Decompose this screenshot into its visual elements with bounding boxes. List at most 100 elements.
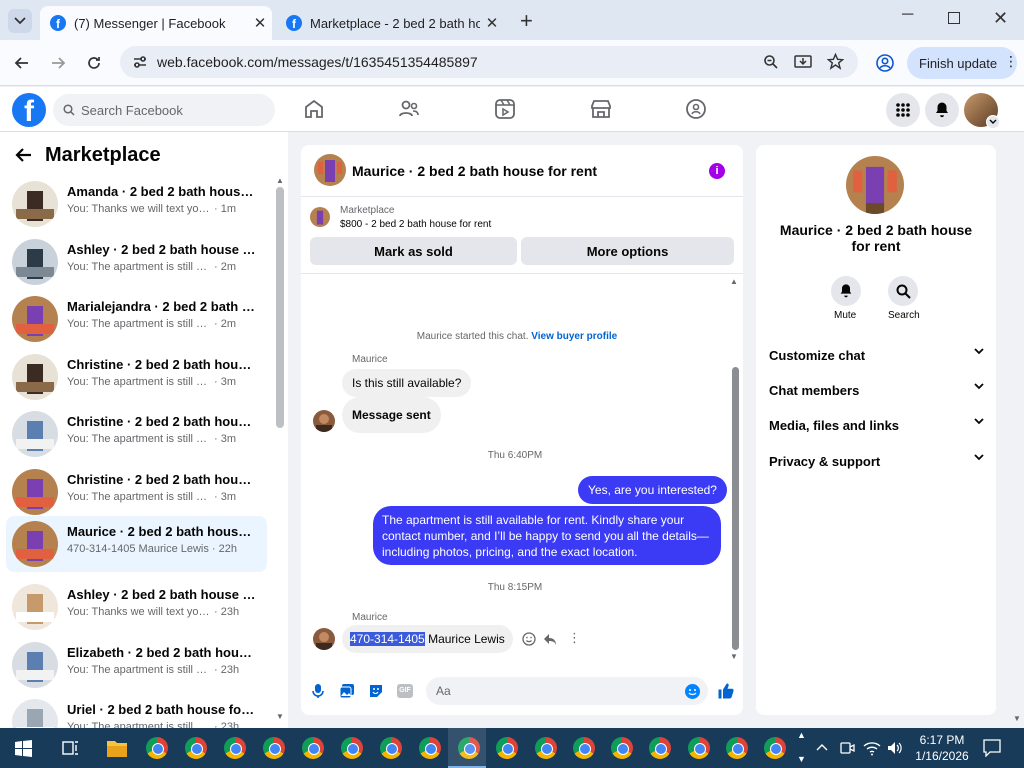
back-arrow-icon[interactable] <box>9 50 35 76</box>
conversation-item[interactable]: Elizabeth · 2 bed 2 bath house for rent Y… <box>6 637 267 693</box>
system-clock[interactable]: 6:17 PM 1/16/2026 <box>912 732 972 764</box>
reply-icon[interactable] <box>543 632 557 646</box>
show-hidden-icons-chevron-icon[interactable] <box>816 742 828 752</box>
site-settings-icon[interactable] <box>132 54 148 70</box>
maximize-icon[interactable] <box>948 12 960 24</box>
mark-as-sold-button[interactable]: Mark as sold <box>310 237 517 265</box>
conversation-item[interactable]: Ashley · 2 bed 2 bath house for rent You:… <box>6 579 267 635</box>
scroll-down-icon[interactable]: ▼ <box>730 652 738 661</box>
friends-icon[interactable] <box>397 97 421 121</box>
chat-scrollbar-thumb[interactable] <box>732 367 739 650</box>
bookmark-star-icon[interactable] <box>827 53 844 70</box>
chrome-taskbar-icon[interactable] <box>688 737 710 759</box>
chrome-taskbar-icon[interactable] <box>146 737 168 759</box>
chrome-taskbar-icon[interactable] <box>224 737 246 759</box>
like-thumbs-up-icon[interactable] <box>717 682 735 700</box>
listing-title[interactable]: $800 - 2 bed 2 bath house for rent <box>340 219 491 230</box>
conversation-item[interactable]: Amanda · 2 bed 2 bath house for rent You:… <box>6 176 267 232</box>
file-explorer-icon[interactable] <box>106 738 128 758</box>
privacy-support-item[interactable]: Privacy & support <box>769 454 984 469</box>
outgoing-message[interactable]: Yes, are you interested? <box>578 476 727 504</box>
photo-icon[interactable] <box>339 683 355 699</box>
finish-update-button[interactable]: Finish update ⋮ <box>907 47 1018 79</box>
tab-marketplace[interactable]: f Marketplace - 2 bed 2 bath house ✕ <box>276 6 508 40</box>
groups-icon[interactable] <box>684 97 708 121</box>
notifications-button[interactable] <box>925 93 959 127</box>
chrome-taskbar-icon[interactable] <box>496 737 518 759</box>
react-emoji-icon[interactable] <box>522 632 536 646</box>
sender-avatar[interactable] <box>313 628 335 650</box>
scrollbar-thumb[interactable] <box>276 187 284 428</box>
microphone-icon[interactable] <box>311 683 325 699</box>
conversation-item[interactable]: Maurice · 2 bed 2 bath house for rent 470… <box>6 516 267 572</box>
listing-thumbnail[interactable] <box>310 207 330 227</box>
account-avatar[interactable] <box>964 93 1000 129</box>
chrome-taskbar-icon[interactable] <box>764 737 786 759</box>
info-icon[interactable]: i <box>709 163 725 179</box>
conversation-item[interactable]: Uriel · 2 bed 2 bath house for rent You: … <box>6 694 267 728</box>
media-files-links-item[interactable]: Media, files and links <box>769 418 984 433</box>
tab-messenger[interactable]: f (7) Messenger | Facebook ✕ <box>40 6 272 40</box>
install-app-icon[interactable] <box>794 54 812 70</box>
conversation-item[interactable]: Ashley · 2 bed 2 bath house for rent You:… <box>6 234 267 290</box>
emoji-icon[interactable] <box>685 684 700 699</box>
conversation-item[interactable]: Christine · 2 bed 2 bath house for rent Y… <box>6 349 267 405</box>
conversation-item[interactable]: Marialejandra · 2 bed 2 bath house for r… <box>6 291 267 347</box>
conversation-item[interactable]: Christine · 2 bed 2 bath house for rent Y… <box>6 464 267 520</box>
marketplace-icon[interactable] <box>589 97 613 121</box>
chrome-taskbar-icon[interactable] <box>419 737 441 759</box>
chrome-taskbar-icon[interactable] <box>649 737 671 759</box>
home-icon[interactable] <box>302 97 326 121</box>
chrome-taskbar-icon[interactable] <box>726 737 748 759</box>
notification-center-icon[interactable] <box>983 739 1001 757</box>
chat-avatar[interactable] <box>314 154 346 186</box>
tab-close-icon[interactable]: ✕ <box>248 14 272 32</box>
chrome-taskbar-icon[interactable] <box>573 737 595 759</box>
view-buyer-profile-link[interactable]: View buyer profile <box>531 331 617 342</box>
task-view-icon[interactable] <box>62 739 80 757</box>
menu-grid-button[interactable] <box>886 93 920 127</box>
mute-button[interactable] <box>831 276 861 306</box>
wifi-icon[interactable] <box>863 740 881 756</box>
incoming-message[interactable]: Message sent <box>342 397 441 433</box>
search-facebook-input[interactable]: Search Facebook <box>53 94 275 126</box>
windows-start-icon[interactable] <box>15 740 32 757</box>
incoming-message[interactable]: Is this still available? <box>342 369 472 397</box>
incoming-message-phone[interactable]: 470-314-1405 Maurice Lewis <box>342 625 513 653</box>
sender-avatar[interactable] <box>313 410 335 432</box>
address-bar[interactable]: web.facebook.com/messages/t/163545135448… <box>120 46 858 78</box>
message-input[interactable]: Aa <box>426 677 708 705</box>
scroll-down-icon[interactable]: ▼ <box>276 712 284 721</box>
minimize-icon[interactable]: ─ <box>902 6 913 24</box>
conversation-item[interactable]: Christine · 2 bed 2 bath house for rent Y… <box>6 406 267 462</box>
taskbar-up-arrow-icon[interactable]: ▲ <box>797 730 806 740</box>
chrome-taskbar-icon[interactable] <box>263 737 285 759</box>
chrome-taskbar-icon[interactable] <box>535 737 557 759</box>
new-tab-plus-icon[interactable]: + <box>520 8 533 34</box>
tab-close-icon[interactable]: ✕ <box>480 14 504 32</box>
back-arrow-icon[interactable] <box>15 146 33 164</box>
gif-icon[interactable]: GIF <box>397 684 413 698</box>
sticker-icon[interactable] <box>368 683 384 699</box>
taskbar-down-arrow-icon[interactable]: ▼ <box>797 754 806 764</box>
tab-search-button[interactable] <box>8 9 32 33</box>
volume-icon[interactable] <box>886 740 904 756</box>
customize-chat-item[interactable]: Customize chat <box>769 348 984 363</box>
scroll-up-icon[interactable]: ▲ <box>730 277 738 286</box>
chrome-taskbar-icon[interactable] <box>302 737 324 759</box>
more-actions-icon[interactable]: ⋮ <box>568 630 581 646</box>
meet-now-icon[interactable] <box>839 740 855 756</box>
chrome-taskbar-icon[interactable] <box>611 737 633 759</box>
chat-members-item[interactable]: Chat members <box>769 383 984 398</box>
search-in-chat-button[interactable] <box>888 276 918 306</box>
zoom-icon[interactable] <box>763 54 779 70</box>
outgoing-message[interactable]: The apartment is still available for ren… <box>373 506 721 565</box>
facebook-logo-icon[interactable]: f <box>12 93 46 127</box>
chrome-taskbar-icon[interactable] <box>185 737 207 759</box>
reload-icon[interactable] <box>81 50 107 76</box>
page-scroll-down-icon[interactable]: ▼ <box>1013 714 1021 723</box>
forward-arrow-icon[interactable] <box>45 50 71 76</box>
window-close-icon[interactable]: ✕ <box>993 8 1008 29</box>
profile-icon[interactable] <box>876 54 894 72</box>
details-avatar[interactable] <box>846 156 904 214</box>
